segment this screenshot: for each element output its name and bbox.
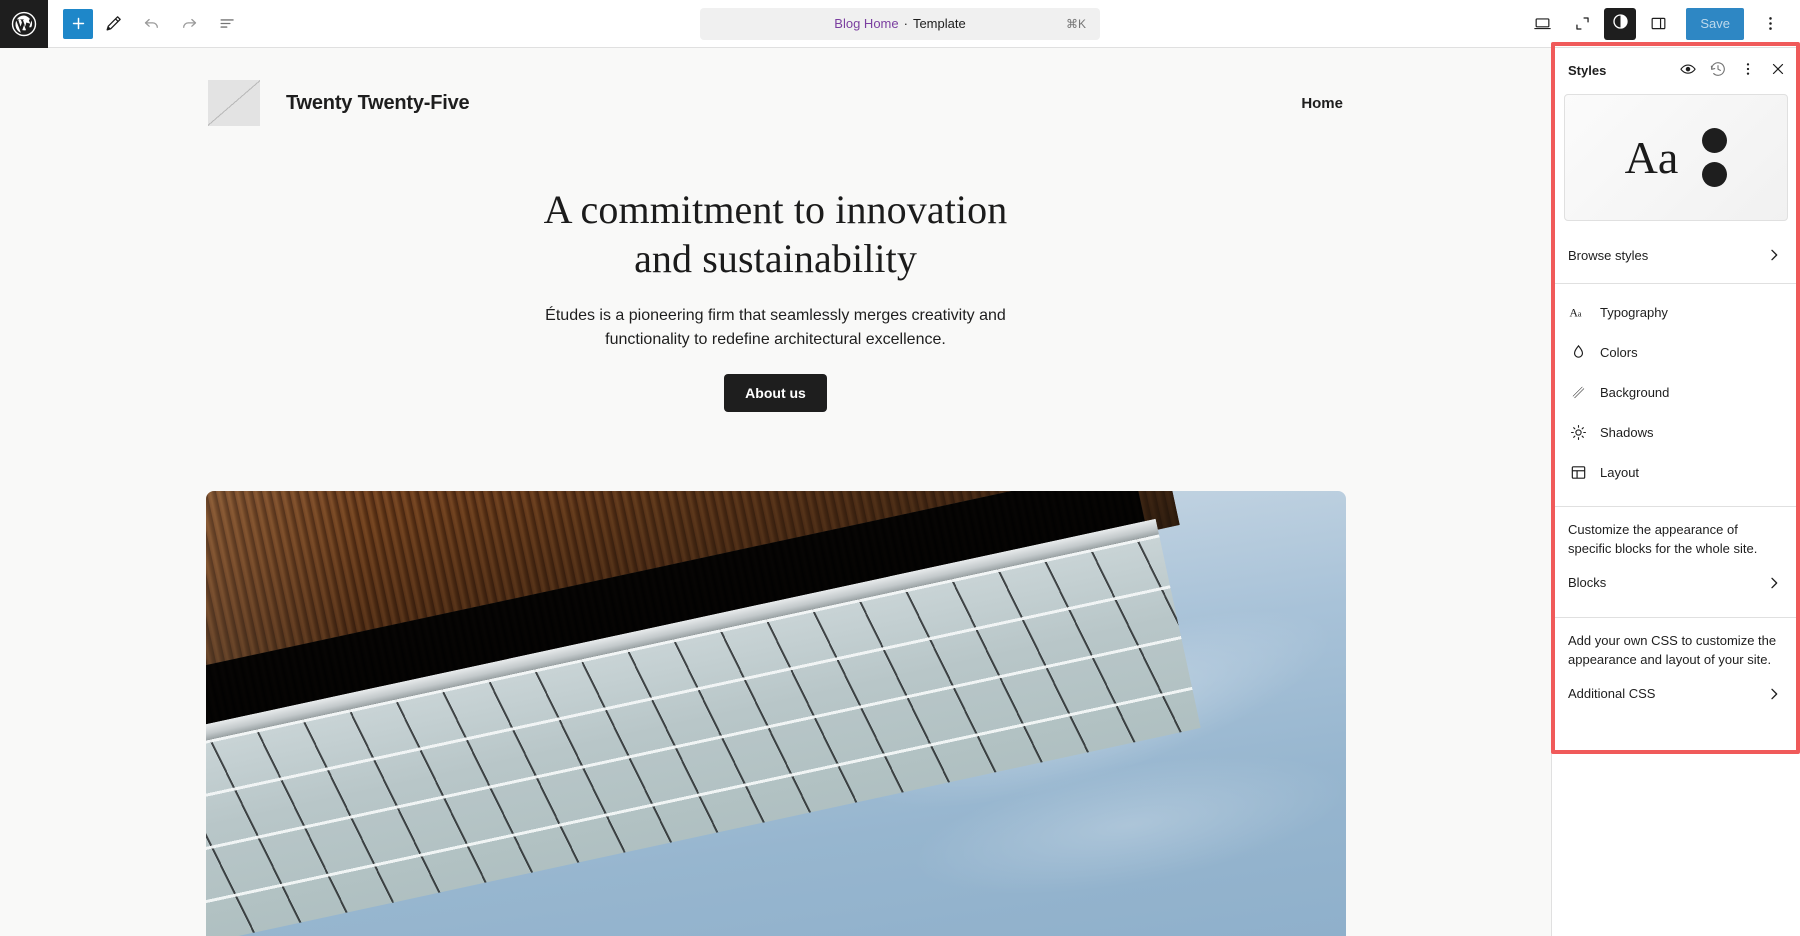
site-navigation: Home bbox=[1301, 95, 1343, 112]
styles-toggle-button[interactable] bbox=[1604, 7, 1637, 40]
blocks-help-text: Customize the appearance of specific blo… bbox=[1568, 522, 1758, 556]
close-icon bbox=[1769, 60, 1787, 81]
style-preview-card[interactable]: Aa bbox=[1564, 94, 1788, 221]
styles-section-colors[interactable]: Colors bbox=[1552, 332, 1800, 372]
color-swatch-1 bbox=[1702, 128, 1728, 153]
hero-heading-line-2: and sustainability bbox=[634, 235, 917, 281]
blocks-row[interactable]: Blocks bbox=[1552, 563, 1800, 603]
tools-pencil-button[interactable] bbox=[95, 6, 131, 42]
vertical-dots-icon bbox=[1739, 60, 1757, 81]
css-help-text: Add your own CSS to customize the appear… bbox=[1568, 632, 1777, 667]
toolbar-center-group: Blog Home · Template ⌘K bbox=[700, 7, 1100, 40]
site-header: Twenty Twenty-Five Home bbox=[0, 48, 1551, 134]
pencil-icon bbox=[104, 14, 123, 33]
style-book-button[interactable] bbox=[1674, 56, 1702, 84]
close-styles-button[interactable] bbox=[1764, 56, 1792, 84]
styles-section-layout[interactable]: Layout bbox=[1552, 452, 1800, 492]
add-block-button[interactable] bbox=[63, 8, 93, 39]
toolbar-right-group: Save bbox=[1524, 6, 1788, 42]
undo-button[interactable] bbox=[133, 6, 169, 42]
browse-styles-row[interactable]: Browse styles bbox=[1552, 235, 1800, 275]
styles-section-background[interactable]: Background bbox=[1552, 372, 1800, 412]
revisions-clock-icon bbox=[1709, 60, 1727, 81]
styles-section-typography[interactable]: A a Typography bbox=[1552, 292, 1800, 332]
nav-item-home[interactable]: Home bbox=[1301, 95, 1343, 112]
hero-heading-line-1: A commitment to innovation bbox=[543, 187, 1008, 232]
colors-droplet-icon bbox=[1568, 342, 1588, 362]
wordpress-logo-icon bbox=[11, 11, 37, 37]
additional-css-row[interactable]: Additional CSS bbox=[1552, 674, 1800, 714]
hero-section: A commitment to innovation and sustainab… bbox=[0, 134, 1551, 413]
site-preview-frame: Twenty Twenty-Five Home A commitment to … bbox=[0, 48, 1551, 936]
color-swatch-2 bbox=[1702, 162, 1728, 187]
chevron-right-icon bbox=[1764, 684, 1784, 704]
list-view-icon bbox=[218, 14, 237, 33]
contrast-circle-icon bbox=[1611, 12, 1630, 36]
svg-text:a: a bbox=[1577, 308, 1581, 318]
settings-sidebar-button[interactable] bbox=[1640, 6, 1676, 42]
vertical-dots-icon bbox=[1761, 14, 1780, 33]
zoom-out-button[interactable] bbox=[1564, 6, 1600, 42]
additional-css-label: Additional CSS bbox=[1568, 686, 1656, 702]
chevron-right-icon bbox=[1764, 573, 1784, 593]
document-breadcrumb: Blog Home · Template bbox=[834, 16, 965, 31]
document-overview-button[interactable] bbox=[209, 6, 245, 42]
styles-panel-title: Styles bbox=[1568, 62, 1607, 78]
styles-more-menu-button[interactable] bbox=[1734, 56, 1762, 84]
typography-icon: A a bbox=[1568, 302, 1588, 322]
style-preview-color-swatches bbox=[1702, 128, 1728, 187]
expand-arrows-icon bbox=[1573, 14, 1592, 33]
document-bar[interactable]: Blog Home · Template ⌘K bbox=[700, 7, 1100, 40]
site-title[interactable]: Twenty Twenty-Five bbox=[286, 92, 470, 115]
styles-section-label: Colors bbox=[1600, 344, 1638, 360]
styles-section-shadows[interactable]: Shadows bbox=[1552, 412, 1800, 452]
undo-icon bbox=[142, 14, 161, 33]
blocks-label: Blocks bbox=[1568, 575, 1607, 591]
editor-canvas[interactable]: Twenty Twenty-Five Home A commitment to … bbox=[0, 48, 1551, 936]
style-book-eye-icon bbox=[1679, 60, 1697, 81]
document-title: Blog Home bbox=[834, 16, 899, 31]
redo-icon bbox=[180, 14, 199, 33]
save-button[interactable]: Save bbox=[1686, 7, 1744, 40]
redo-button[interactable] bbox=[171, 6, 207, 42]
revisions-button[interactable] bbox=[1704, 56, 1732, 84]
styles-sidebar: Styles Aa Browse styles A a Typography C… bbox=[1551, 48, 1800, 936]
more-options-button[interactable] bbox=[1752, 6, 1788, 42]
desktop-icon bbox=[1533, 14, 1552, 33]
document-separator: · bbox=[903, 16, 908, 31]
chevron-right-icon bbox=[1764, 245, 1784, 265]
sidebar-panel-icon bbox=[1649, 14, 1668, 33]
hero-architecture-image[interactable] bbox=[206, 491, 1346, 936]
editor-top-toolbar: Blog Home · Template ⌘K Save bbox=[0, 0, 1800, 48]
browse-styles-label: Browse styles bbox=[1568, 247, 1649, 263]
background-icon bbox=[1568, 382, 1588, 402]
hero-paragraph[interactable]: Études is a pioneering firm that seamles… bbox=[536, 304, 1016, 353]
style-preview-typography-sample: Aa bbox=[1624, 131, 1679, 183]
site-logo-placeholder[interactable] bbox=[208, 80, 260, 126]
hero-heading[interactable]: A commitment to innovation and sustainab… bbox=[0, 186, 1551, 284]
styles-section-label: Layout bbox=[1600, 464, 1640, 480]
shadows-icon bbox=[1568, 422, 1588, 442]
view-device-button[interactable] bbox=[1524, 6, 1560, 42]
styles-section-label: Background bbox=[1600, 384, 1670, 400]
about-us-button[interactable]: About us bbox=[724, 374, 827, 413]
toolbar-left-group bbox=[48, 6, 245, 42]
styles-section-label: Shadows bbox=[1600, 424, 1654, 440]
command-palette-shortcut: ⌘K bbox=[1065, 16, 1086, 31]
layout-icon bbox=[1568, 462, 1588, 482]
wordpress-logo-button[interactable] bbox=[0, 0, 48, 48]
site-branding[interactable]: Twenty Twenty-Five bbox=[208, 80, 470, 126]
document-type-label: Template bbox=[912, 16, 966, 31]
styles-section-label: Typography bbox=[1600, 304, 1668, 320]
styles-panel-header: Styles bbox=[1552, 48, 1800, 92]
